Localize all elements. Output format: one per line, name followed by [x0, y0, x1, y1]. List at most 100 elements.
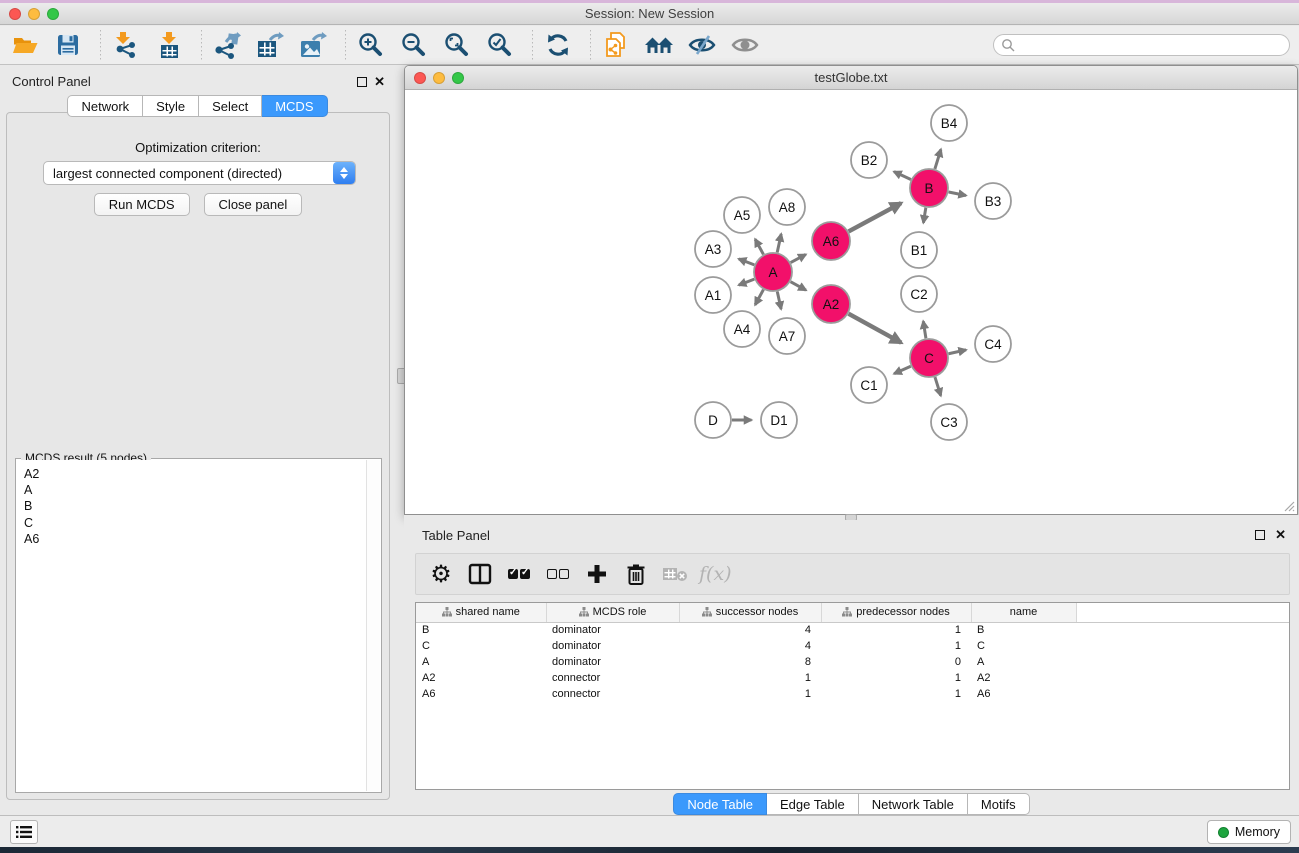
cell-predecessor-nodes[interactable]: 1 — [821, 622, 971, 638]
cell-shared-name[interactable]: A6 — [416, 686, 546, 702]
graph-node-B2[interactable]: B2 — [851, 142, 887, 178]
tab-select[interactable]: Select — [199, 95, 262, 117]
graph-edge-A-A2[interactable] — [791, 282, 806, 291]
graph-edge-A2-C[interactable] — [849, 314, 902, 343]
deselect-all-button[interactable] — [543, 559, 573, 589]
tab-motifs[interactable]: Motifs — [968, 793, 1030, 815]
network-canvas[interactable]: AA1A2A3A4A5A6A7A8BB1B2B3B4CC1C2C3C4DD1 — [406, 91, 1296, 513]
table-float-panel-icon[interactable] — [1255, 530, 1265, 540]
table-row-a[interactable]: Adominator80A — [416, 654, 1289, 670]
graph-edge-B-B3[interactable] — [949, 192, 966, 196]
graph-edge-C-C1[interactable] — [894, 366, 911, 373]
cell-name[interactable]: C — [971, 638, 1076, 654]
table-settings-button[interactable]: ⚙ — [426, 559, 456, 589]
cell-successor-nodes[interactable]: 4 — [679, 622, 821, 638]
graph-node-B[interactable]: B — [910, 169, 948, 207]
tab-network[interactable]: Network — [67, 95, 143, 117]
graph-node-A6[interactable]: A6 — [812, 222, 850, 260]
show-hidden-button[interactable] — [730, 30, 760, 60]
homes-button[interactable] — [644, 30, 674, 60]
mcds-result-item-a6[interactable]: A6 — [24, 531, 366, 547]
mcds-result-item-b[interactable]: B — [24, 498, 366, 514]
graph-edge-A6-B[interactable] — [849, 203, 902, 231]
graph-node-A8[interactable]: A8 — [769, 189, 805, 225]
cell-name[interactable]: B — [971, 622, 1076, 638]
graph-edge-A-A8[interactable] — [777, 234, 781, 252]
table-close-panel-icon[interactable]: ✕ — [1275, 527, 1286, 543]
cell-mcds-role[interactable]: dominator — [546, 654, 679, 670]
graph-edge-B-B1[interactable] — [923, 208, 925, 223]
select-all-button[interactable]: ✓ ✓ — [504, 559, 534, 589]
cell-name[interactable]: A2 — [971, 670, 1076, 686]
graph-edge-A-A4[interactable] — [755, 290, 763, 305]
cell-successor-nodes[interactable]: 1 — [679, 686, 821, 702]
graph-edge-B-B2[interactable] — [894, 172, 911, 180]
close-panel-button[interactable]: Close panel — [204, 193, 303, 216]
run-mcds-button[interactable]: Run MCDS — [94, 193, 190, 216]
zoom-in-button[interactable] — [356, 30, 386, 60]
task-history-button[interactable] — [10, 820, 38, 844]
graph-node-C1[interactable]: C1 — [851, 367, 887, 403]
graph-node-A7[interactable]: A7 — [769, 318, 805, 354]
graph-node-C4[interactable]: C4 — [975, 326, 1011, 362]
zoom-out-button[interactable] — [399, 30, 429, 60]
cell-shared-name[interactable]: A2 — [416, 670, 546, 686]
open-session-button[interactable] — [10, 30, 40, 60]
hide-selected-button[interactable] — [687, 30, 717, 60]
cell-name[interactable]: A6 — [971, 686, 1076, 702]
close-panel-icon[interactable]: ✕ — [374, 74, 385, 90]
export-image-button[interactable] — [298, 30, 328, 60]
graph-edge-C-C2[interactable] — [923, 321, 926, 338]
cell-predecessor-nodes[interactable]: 0 — [821, 654, 971, 670]
graph-node-C2[interactable]: C2 — [901, 276, 937, 312]
column-header-shared-name[interactable]: shared name — [416, 603, 546, 622]
vertical-splitter[interactable] — [395, 65, 404, 812]
graph-edge-A-A1[interactable] — [739, 279, 755, 285]
graph-node-C3[interactable]: C3 — [931, 404, 967, 440]
graph-node-C[interactable]: C — [910, 339, 948, 377]
column-header-mcds-role[interactable]: MCDS role — [546, 603, 679, 622]
import-table-button[interactable] — [154, 30, 184, 60]
cell-name[interactable]: A — [971, 654, 1076, 670]
float-panel-icon[interactable] — [357, 77, 367, 87]
tab-network-table[interactable]: Network Table — [859, 793, 968, 815]
graph-node-A5[interactable]: A5 — [724, 197, 760, 233]
cell-shared-name[interactable]: B — [416, 622, 546, 638]
graph-edge-C-C4[interactable] — [949, 350, 966, 354]
mcds-result-item-a[interactable]: A — [24, 482, 366, 498]
cell-shared-name[interactable]: C — [416, 638, 546, 654]
graph-edge-A-A6[interactable] — [791, 254, 806, 262]
graph-node-B4[interactable]: B4 — [931, 105, 967, 141]
cell-successor-nodes[interactable]: 4 — [679, 638, 821, 654]
cell-mcds-role[interactable]: connector — [546, 670, 679, 686]
column-header-predecessor-nodes[interactable]: predecessor nodes — [821, 603, 971, 622]
cell-predecessor-nodes[interactable]: 1 — [821, 686, 971, 702]
table-row-a2[interactable]: A2connector11A2 — [416, 670, 1289, 686]
graph-node-A2[interactable]: A2 — [812, 285, 850, 323]
graph-edge-A-A7[interactable] — [777, 292, 781, 309]
zoom-selected-button[interactable] — [485, 30, 515, 60]
tab-mcds[interactable]: MCDS — [262, 95, 327, 117]
export-network-button[interactable] — [212, 30, 242, 60]
delete-column-button[interactable] — [621, 559, 651, 589]
table-row-c[interactable]: Cdominator41C — [416, 638, 1289, 654]
graph-node-D1[interactable]: D1 — [761, 402, 797, 438]
cell-predecessor-nodes[interactable]: 1 — [821, 670, 971, 686]
graph-edge-A-A5[interactable] — [755, 239, 763, 254]
tab-node-table[interactable]: Node Table — [673, 793, 767, 815]
column-header-name[interactable]: name — [971, 603, 1076, 622]
graph-edge-C-C3[interactable] — [935, 377, 941, 396]
export-table-button[interactable] — [255, 30, 285, 60]
mcds-result-item-a2[interactable]: A2 — [24, 466, 366, 482]
table-row-b[interactable]: Bdominator41B — [416, 622, 1289, 638]
save-session-button[interactable] — [53, 30, 83, 60]
graph-node-A4[interactable]: A4 — [724, 311, 760, 347]
table-row-a6[interactable]: A6connector11A6 — [416, 686, 1289, 702]
graph-node-A[interactable]: A — [754, 253, 792, 291]
tab-style[interactable]: Style — [143, 95, 199, 117]
mcds-list-scrollbar[interactable] — [366, 460, 380, 791]
split-table-button[interactable] — [465, 559, 495, 589]
graph-node-B3[interactable]: B3 — [975, 183, 1011, 219]
cell-successor-nodes[interactable]: 1 — [679, 670, 821, 686]
cell-successor-nodes[interactable]: 8 — [679, 654, 821, 670]
